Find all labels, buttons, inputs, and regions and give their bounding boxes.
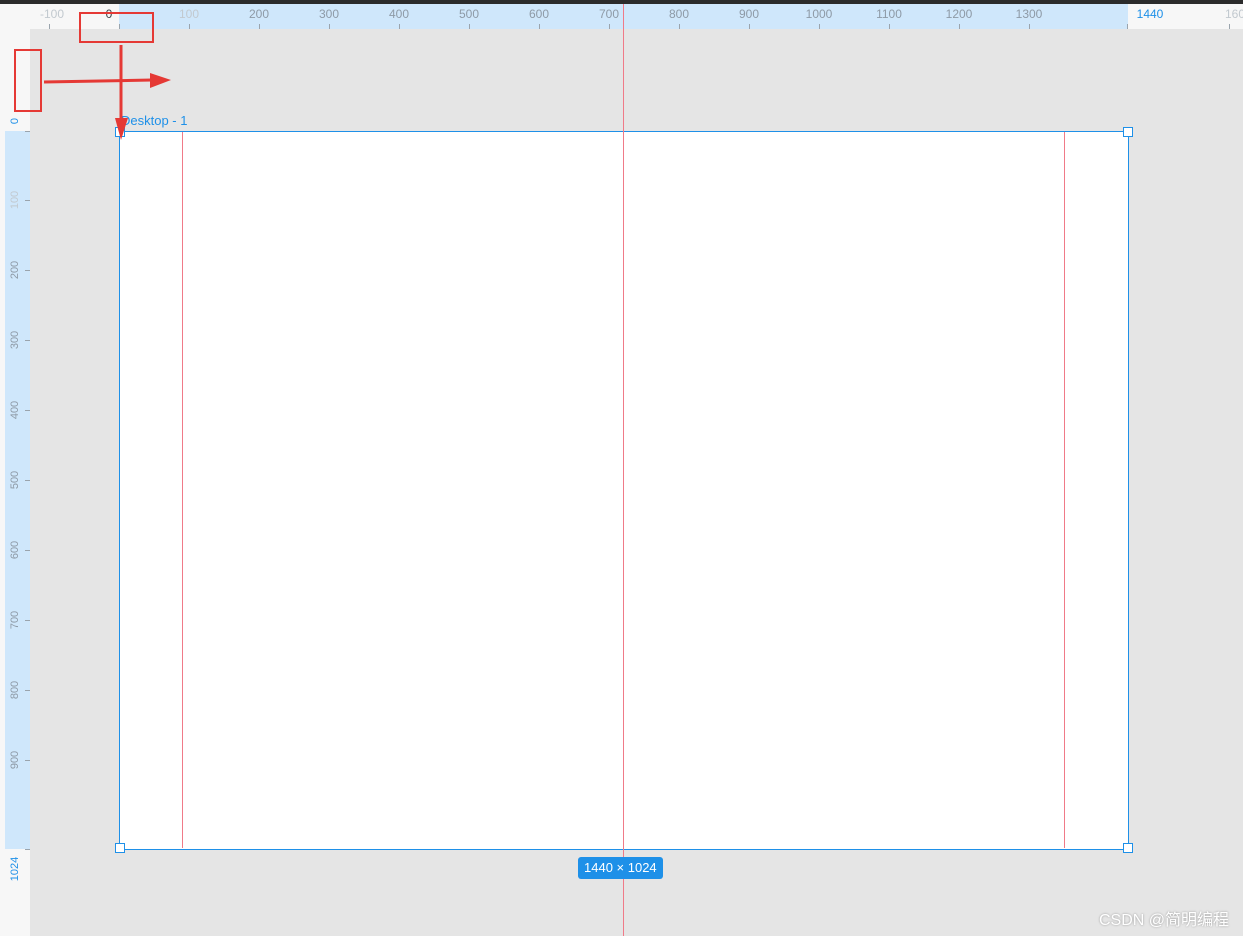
ruler-label: 600 xyxy=(9,540,21,560)
annotation-box-vertical-ruler xyxy=(14,49,42,112)
ruler-tick xyxy=(469,24,470,29)
ruler-label-frame-end: 1440 xyxy=(1136,7,1164,21)
ruler-label: 700 xyxy=(598,7,620,21)
ruler-tick xyxy=(609,24,610,29)
ruler-tick xyxy=(25,410,30,411)
ruler-label: 200 xyxy=(248,7,270,21)
frame-name-label[interactable]: Desktop - 1 xyxy=(121,113,187,128)
ruler-tick xyxy=(25,270,30,271)
ruler-label: 600 xyxy=(528,7,550,21)
guide-left[interactable] xyxy=(182,132,183,848)
horizontal-ruler[interactable]: -100 0 100 200 300 400 500 600 700 800 9… xyxy=(30,4,1243,29)
ruler-label: 1200 xyxy=(945,7,973,21)
resize-handle-bottom-left[interactable] xyxy=(115,843,125,853)
ruler-tick xyxy=(1127,24,1128,29)
ruler-tick xyxy=(329,24,330,29)
ruler-label-frame-end: 1024 xyxy=(9,856,21,882)
ruler-label: 100 xyxy=(9,190,21,210)
ruler-tick xyxy=(25,340,30,341)
ruler-tick xyxy=(679,24,680,29)
ruler-tick xyxy=(889,24,890,29)
ruler-tick xyxy=(189,24,190,29)
ruler-label: 900 xyxy=(9,750,21,770)
resize-handle-top-left[interactable] xyxy=(115,127,125,137)
desktop-frame[interactable] xyxy=(119,131,1129,850)
ruler-label: -100 xyxy=(39,7,65,21)
ruler-tick xyxy=(539,24,540,29)
ruler-tick xyxy=(25,550,30,551)
ruler-label: 300 xyxy=(318,7,340,21)
resize-handle-top-right[interactable] xyxy=(1123,127,1133,137)
ruler-label: 400 xyxy=(388,7,410,21)
ruler-tick xyxy=(25,760,30,761)
resize-handle-bottom-right[interactable] xyxy=(1123,843,1133,853)
guide-center[interactable] xyxy=(623,4,624,936)
ruler-tick xyxy=(749,24,750,29)
ruler-tick xyxy=(259,24,260,29)
ruler-label: 800 xyxy=(668,7,690,21)
ruler-corner[interactable] xyxy=(0,4,30,29)
annotation-arrow-right-shaft xyxy=(43,78,153,84)
ruler-label: 1000 xyxy=(805,7,833,21)
ruler-tick xyxy=(25,620,30,621)
ruler-selection-range xyxy=(5,131,30,849)
ruler-tick xyxy=(959,24,960,29)
ruler-label: 1300 xyxy=(1015,7,1043,21)
vertical-ruler[interactable]: 0 100 200 300 400 500 600 700 800 900 10… xyxy=(0,29,30,936)
annotation-box-horizontal-ruler xyxy=(79,12,154,43)
ruler-tick xyxy=(25,131,30,132)
ruler-tick xyxy=(1229,24,1230,29)
ruler-tick xyxy=(25,480,30,481)
ruler-tick xyxy=(25,690,30,691)
ruler-label: 500 xyxy=(9,470,21,490)
ruler-label: 1100 xyxy=(876,7,902,21)
ruler-label: 900 xyxy=(738,7,760,21)
ruler-tick xyxy=(1029,24,1030,29)
ruler-tick xyxy=(25,849,30,850)
watermark: CSDN @简明编程 xyxy=(1098,912,1229,929)
ruler-label: 800 xyxy=(9,680,21,700)
ruler-tick xyxy=(49,24,50,29)
ruler-tick xyxy=(819,24,820,29)
annotation-arrow-right-head xyxy=(150,73,171,88)
ruler-label: 700 xyxy=(9,610,21,630)
guide-right[interactable] xyxy=(1064,132,1065,848)
ruler-label: 160 xyxy=(1224,7,1243,21)
ruler-tick xyxy=(25,200,30,201)
ruler-label: 200 xyxy=(9,260,21,280)
ruler-label: 100 xyxy=(178,7,200,21)
ruler-tick xyxy=(399,24,400,29)
ruler-label: 500 xyxy=(458,7,480,21)
frame-size-badge: 1440 × 1024 xyxy=(578,857,663,879)
ruler-label-origin: 0 xyxy=(9,117,21,125)
ruler-label: 400 xyxy=(9,400,21,420)
ruler-label: 300 xyxy=(9,330,21,350)
